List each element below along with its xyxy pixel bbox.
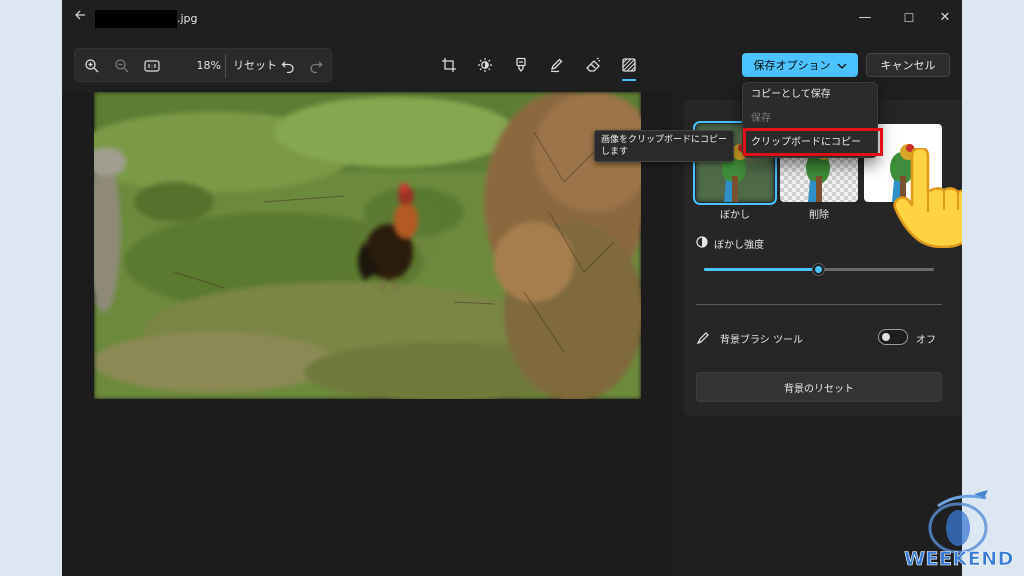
pointing-hand-icon <box>882 146 962 249</box>
blur-strength-label: ぼかし強度 <box>714 240 764 251</box>
crop-icon[interactable] <box>438 54 460 76</box>
zoom-reset-button[interactable]: リセット <box>233 57 277 75</box>
undo-icon[interactable] <box>277 55 299 77</box>
redo-icon[interactable] <box>305 55 327 77</box>
background-brush-toggle[interactable] <box>878 329 908 345</box>
title-bar: .jpg — ☐ ✕ <box>62 0 962 36</box>
blur-strength-row: ぼかし強度 <box>696 236 764 251</box>
brush-icon <box>696 330 710 349</box>
toolbar-divider <box>225 54 226 78</box>
redacted-filename <box>95 10 177 28</box>
save-options-button[interactable]: 保存オプション <box>742 53 858 77</box>
photos-app-window: .jpg — ☐ ✕ 18% リセット 保存オプション キャンセル ぼかし 削除… <box>62 0 962 576</box>
menu-item-save: 保存 <box>751 113 771 124</box>
adjust-icon[interactable] <box>474 54 496 76</box>
active-tool-indicator <box>622 79 636 81</box>
close-button[interactable]: ✕ <box>928 6 962 30</box>
blur-mode-label: ぼかし <box>720 210 750 221</box>
tooltip-line-2: します <box>601 147 629 157</box>
toggle-knob <box>882 333 890 341</box>
slider-fill <box>704 268 819 271</box>
zoom-out-icon[interactable] <box>111 55 133 77</box>
background-brush-label: 背景ブラシ ツール <box>720 335 803 346</box>
highlight-box <box>743 128 883 156</box>
contrast-icon <box>696 236 708 251</box>
back-arrow-icon[interactable] <box>70 8 90 28</box>
erase-icon[interactable] <box>582 54 604 76</box>
filter-icon[interactable] <box>510 54 532 76</box>
window-title: .jpg <box>177 12 198 25</box>
blur-strength-slider[interactable] <box>704 264 934 275</box>
background-icon[interactable] <box>618 54 640 76</box>
zoom-level: 18% <box>196 59 221 72</box>
cancel-button[interactable]: キャンセル <box>866 53 950 77</box>
background-brush-row: 背景ブラシ ツール オフ <box>696 328 946 348</box>
weekend-logo: WEEKEND <box>898 488 1020 576</box>
minimize-button[interactable]: — <box>848 6 882 30</box>
photo-preview <box>94 92 641 399</box>
copy-tooltip: 画像をクリップボードにコピー します <box>594 130 734 162</box>
zoom-in-icon[interactable] <box>81 55 103 77</box>
markup-icon[interactable] <box>546 54 568 76</box>
panel-divider <box>696 304 942 305</box>
tooltip-line-1: 画像をクリップボードにコピー <box>601 135 728 145</box>
actual-size-icon[interactable] <box>141 55 163 77</box>
menu-item-save-as-copy[interactable]: コピーとして保存 <box>751 88 831 102</box>
maximize-button[interactable]: ☐ <box>892 6 926 30</box>
toggle-state-label: オフ <box>916 335 936 346</box>
slider-thumb[interactable] <box>813 264 824 275</box>
chevron-down-icon <box>837 59 847 72</box>
zoom-toolbar: 18% リセット <box>74 48 332 82</box>
save-options-label: 保存オプション <box>753 59 831 72</box>
watermark-text: WEEKEND <box>904 548 1014 571</box>
reset-background-button[interactable]: 背景のリセット <box>696 372 942 402</box>
remove-mode-label: 削除 <box>809 210 829 221</box>
